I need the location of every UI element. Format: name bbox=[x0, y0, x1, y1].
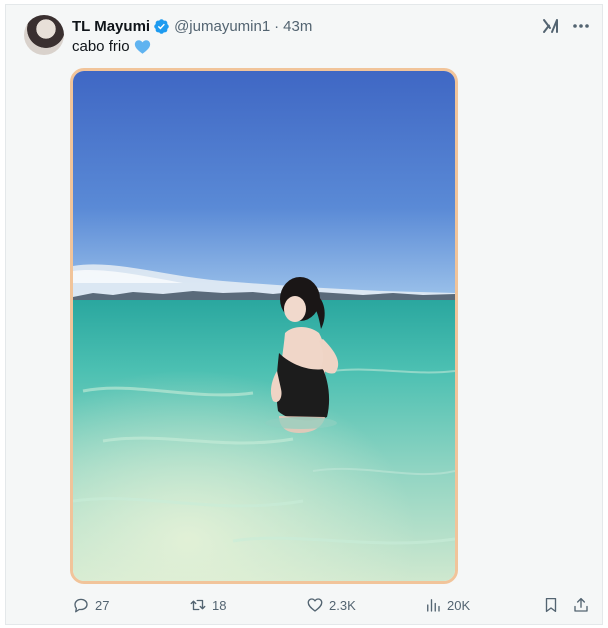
reply-icon bbox=[74, 598, 88, 613]
tweet-text-content: cabo frio bbox=[72, 38, 130, 55]
retweet-icon bbox=[190, 599, 206, 611]
views-icon bbox=[427, 599, 440, 612]
user-handle[interactable]: @jumayumin1 bbox=[174, 18, 270, 35]
more-icon[interactable] bbox=[571, 16, 591, 36]
tweet-text: cabo frio bbox=[72, 38, 151, 55]
display-name[interactable]: TL Mayumi bbox=[72, 18, 150, 35]
like-button[interactable]: 2.3K bbox=[306, 595, 356, 615]
views-count: 20K bbox=[447, 597, 471, 613]
like-icon bbox=[307, 598, 323, 612]
bookmark-icon bbox=[545, 597, 557, 613]
reply-count: 27 bbox=[95, 597, 110, 613]
avatar[interactable] bbox=[24, 15, 64, 55]
retweet-count: 18 bbox=[212, 597, 227, 613]
bookmark-button[interactable] bbox=[542, 595, 560, 615]
blue-heart-emoji-icon bbox=[134, 39, 150, 54]
share-icon bbox=[574, 597, 588, 612]
tweet-photo[interactable] bbox=[70, 68, 458, 584]
share-button[interactable] bbox=[572, 595, 590, 615]
tweet-header: TL Mayumi @jumayumin1 · 43m bbox=[72, 16, 312, 36]
action-bar: 27 18 2.3K 20K bbox=[72, 595, 596, 615]
retweet-button[interactable]: 18 bbox=[189, 595, 226, 615]
grok-icon[interactable] bbox=[541, 16, 561, 36]
tweet-card[interactable]: TL Mayumi @jumayumin1 · 43m cabo frio 27… bbox=[5, 4, 603, 625]
verified-badge-icon bbox=[154, 18, 169, 34]
beach-photo-image bbox=[73, 71, 455, 581]
timestamp[interactable]: 43m bbox=[283, 18, 312, 35]
views-button[interactable]: 20K bbox=[424, 595, 470, 615]
like-count: 2.3K bbox=[329, 597, 356, 613]
separator-dot: · bbox=[274, 17, 280, 35]
reply-button[interactable]: 27 bbox=[72, 595, 109, 615]
